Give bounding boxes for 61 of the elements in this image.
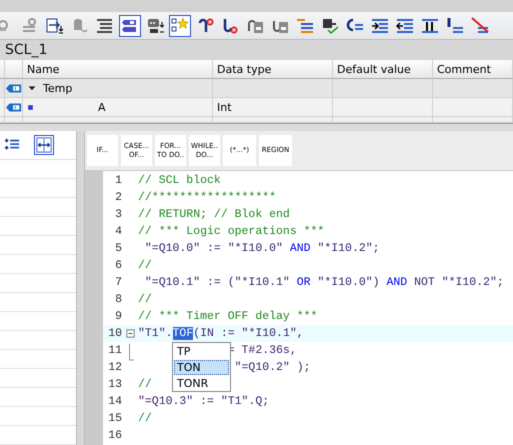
curved-arrow-error-icon <box>196 16 214 34</box>
code-comment: // <box>138 411 152 427</box>
line-number: 2 <box>114 190 122 206</box>
scrollbar[interactable] <box>0 123 513 131</box>
code-line: "=Q10.3" := "T1".Q; <box>138 394 270 410</box>
block-title: SCL_1 <box>5 42 48 58</box>
arrows-split-icon <box>36 137 52 153</box>
collapse-icon[interactable] <box>124 328 136 339</box>
line-number: 3 <box>114 207 122 223</box>
code-comment: // <box>138 292 152 308</box>
line-number: 6 <box>114 258 122 274</box>
line-number: 16 <box>107 428 122 444</box>
line-number: 13 <box>107 377 122 393</box>
code-comment: // *** Logic operations *** <box>138 224 324 240</box>
curved-arrow-error-icon <box>221 16 239 34</box>
line-number: 11 <box>107 343 122 359</box>
code-comment: // RETURN; // Blok end <box>138 207 290 223</box>
line-number: 9 <box>114 309 122 325</box>
line-number: 8 <box>114 292 122 308</box>
code-comment: // <box>138 377 152 393</box>
code-comment: // SCL block <box>138 173 221 189</box>
variable-name: A <box>98 100 106 116</box>
autocomplete-item[interactable]: TON <box>174 360 229 375</box>
plug-verified-icon <box>321 16 339 34</box>
line-number: 10 <box>107 326 122 342</box>
list-strike-icon <box>471 16 489 34</box>
document-arrow-icon <box>46 16 64 34</box>
variable-icon <box>27 104 34 110</box>
columns-icon <box>421 16 439 34</box>
autocomplete-item[interactable]: TP <box>174 344 229 359</box>
line-number: 4 <box>114 224 122 240</box>
section-name: Temp <box>43 80 72 96</box>
code-line: "=Q10.2" ); <box>234 360 311 376</box>
code-line: "T1".TOF(IN := "*I10.1", <box>138 326 304 342</box>
indent-icon <box>371 16 389 34</box>
autocomplete-item[interactable]: TONR <box>174 376 229 391</box>
line-number: 12 <box>107 360 122 376</box>
tag-list-button[interactable] <box>119 14 141 36</box>
table-cell: Int <box>213 98 333 117</box>
line-number: 15 <box>107 411 122 427</box>
code-comment: //****************** <box>138 190 276 206</box>
column-header: Name <box>23 60 213 79</box>
column-header: Comment <box>433 60 513 79</box>
code-line: "=Q10.0" := "*I10.0" AND "*I10.2"; <box>144 241 380 257</box>
star-list-button[interactable] <box>169 14 191 36</box>
code-comment: // *** Timer OFF delay *** <box>138 309 318 325</box>
line-number: 5 <box>114 241 122 257</box>
star-list-icon <box>171 16 189 34</box>
list-icon <box>96 16 114 34</box>
list-line-icon <box>446 16 464 34</box>
code-comment: // <box>138 258 152 274</box>
line-number: 1 <box>114 173 122 189</box>
comment-download-icon <box>146 16 164 34</box>
line-number: 7 <box>114 275 122 291</box>
line-number: 14 <box>107 394 122 410</box>
column-header: Data type <box>213 60 333 79</box>
arrows-split-button[interactable] <box>34 135 54 155</box>
indent-list-icon <box>296 16 314 34</box>
code-line: "=Q10.1" := ("*I10.1" OR "*I10.0") AND NOT "*I10.2"; <box>144 275 504 291</box>
column-header: Default value <box>333 60 433 79</box>
outdent-icon <box>396 16 414 34</box>
